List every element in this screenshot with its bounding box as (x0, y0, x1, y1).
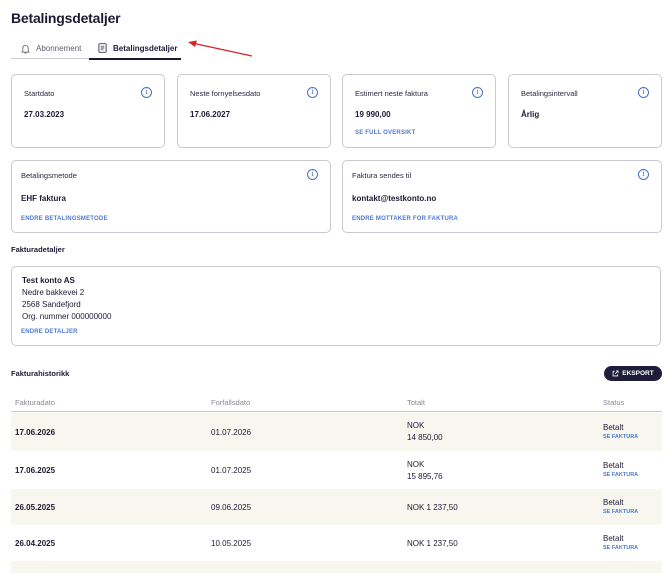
column-header[interactable]: Fakturadato (15, 398, 55, 407)
postal-line: 2568 Sandefjord (22, 300, 81, 309)
annotation-arrow (188, 40, 253, 57)
status-text: Betalt (603, 423, 624, 432)
card-label: Betalingsintervall (521, 89, 578, 98)
card-faktura-sendes-til: Faktura sendes til i kontakt@testkonto.n… (342, 160, 662, 233)
change-payment-method-link[interactable]: ENDRE BETALINGSMETODE (21, 216, 108, 222)
tab-label: Betalingsdetaljer (113, 43, 178, 53)
card-neste-fornyelsesdato: Neste fornyelsesdato i 17.06.2027 (177, 74, 331, 148)
table-row[interactable] (11, 561, 662, 573)
table-row[interactable]: 17.06.2026 01.07.2026 NOK 14 850,00 Beta… (11, 413, 662, 451)
bell-icon (21, 44, 30, 54)
table-row[interactable]: 26.05.2025 09.06.2025 NOK 1 237,50 Betal… (11, 489, 662, 525)
card-startdato: Startdato i 27.03.2023 (11, 74, 165, 148)
due-date: 01.07.2026 (211, 428, 252, 437)
see-invoice-link[interactable]: SE FAKTURA (603, 545, 638, 551)
status-cell: Betalt SE FAKTURA (603, 534, 638, 551)
invoice-date: 26.04.2025 (15, 539, 56, 548)
total-amount: NOK 1 237,50 (407, 539, 458, 548)
card-label: Neste fornyelsesdato (190, 89, 261, 98)
document-icon (98, 43, 107, 53)
invoice-date: 17.06.2025 (15, 466, 56, 475)
due-date: 09.06.2025 (211, 503, 252, 512)
tab-label: Abonnement (36, 44, 82, 53)
total-currency: NOK (407, 421, 425, 430)
card-label: Estimert neste faktura (355, 89, 428, 98)
info-icon[interactable]: i (307, 87, 318, 98)
card-estimert-neste-faktura: Estimert neste faktura i 19 990,00 SE FU… (342, 74, 496, 148)
info-icon[interactable]: i (638, 169, 649, 180)
status-cell: Betalt SE FAKTURA (603, 423, 638, 440)
export-label: EKSPORT (622, 370, 654, 377)
status-text: Betalt (603, 498, 624, 507)
total-amount: 15 895,76 (407, 472, 443, 481)
invoice-date: 26.05.2025 (15, 503, 56, 512)
invoice-date: 17.06.2026 (15, 428, 56, 437)
column-header[interactable]: Status (603, 398, 624, 407)
total-amount: NOK 1 237,50 (407, 503, 458, 512)
change-details-link[interactable]: ENDRE DETALJER (21, 329, 78, 335)
card-value: 19 990,00 (355, 110, 391, 119)
tab-abonnement[interactable]: Abonnement (21, 38, 81, 59)
invoice-details-heading: Fakturadetaljer (11, 245, 65, 254)
external-link-icon (612, 370, 619, 377)
card-value: 17.06.2027 (190, 110, 231, 119)
card-value: EHF faktura (21, 194, 66, 203)
card-betalingsmetode: Betalingsmetode i EHF faktura ENDRE BETA… (11, 160, 331, 233)
card-betalingsintervall: Betalingsintervall i Årlig (508, 74, 662, 148)
total-currency: NOK (407, 460, 425, 469)
tab-betalingsdetaljer[interactable]: Betalingsdetaljer (89, 38, 181, 60)
see-full-overview-link[interactable]: SE FULL OVERSIKT (355, 130, 415, 136)
card-value: 27.03.2023 (24, 110, 65, 119)
table-row[interactable]: 17.06.2025 01.07.2025 NOK 15 895,76 Beta… (11, 451, 662, 489)
change-invoice-recipient-link[interactable]: ENDRE MOTTAKER FOR FAKTURA (352, 216, 458, 222)
info-icon[interactable]: i (472, 87, 483, 98)
due-date: 10.05.2025 (211, 539, 252, 548)
card-label: Startdato (24, 89, 55, 98)
status-text: Betalt (603, 461, 624, 470)
due-date: 01.07.2025 (211, 466, 252, 475)
company-name: Test konto AS (22, 276, 75, 285)
address-line: Nedre bakkevei 2 (22, 288, 85, 297)
invoice-details-card: Test konto AS Nedre bakkevei 2 2568 Sand… (11, 266, 661, 346)
export-button[interactable]: EKSPORT (604, 366, 662, 381)
column-header[interactable]: Totalt (407, 398, 425, 407)
tab-bar: Abonnement Betalingsdetaljer (11, 38, 181, 60)
see-invoice-link[interactable]: SE FAKTURA (603, 472, 638, 478)
status-cell: Betalt SE FAKTURA (603, 498, 638, 515)
info-icon[interactable]: i (638, 87, 649, 98)
status-text: Betalt (603, 534, 624, 543)
card-value: kontakt@testkonto.no (352, 194, 437, 203)
status-cell: Betalt SE FAKTURA (603, 461, 638, 478)
info-icon[interactable]: i (307, 169, 318, 180)
info-icon[interactable]: i (141, 87, 152, 98)
see-invoice-link[interactable]: SE FAKTURA (603, 509, 638, 515)
see-invoice-link[interactable]: SE FAKTURA (603, 434, 638, 440)
card-value: Årlig (521, 110, 540, 119)
invoice-history-heading: Fakturahistorikk (11, 369, 70, 378)
table-row[interactable]: 26.04.2025 10.05.2025 NOK 1 237,50 Betal… (11, 525, 662, 561)
org-number: Org. nummer 000000000 (22, 312, 112, 321)
total-amount: 14 850,00 (407, 433, 443, 442)
card-label: Betalingsmetode (21, 171, 77, 180)
card-label: Faktura sendes til (352, 171, 412, 180)
column-header[interactable]: Forfallsdato (211, 398, 250, 407)
page-title: Betalingsdetaljer (11, 10, 121, 26)
table-header: Fakturadato Forfallsdato Totalt Status (11, 392, 662, 412)
